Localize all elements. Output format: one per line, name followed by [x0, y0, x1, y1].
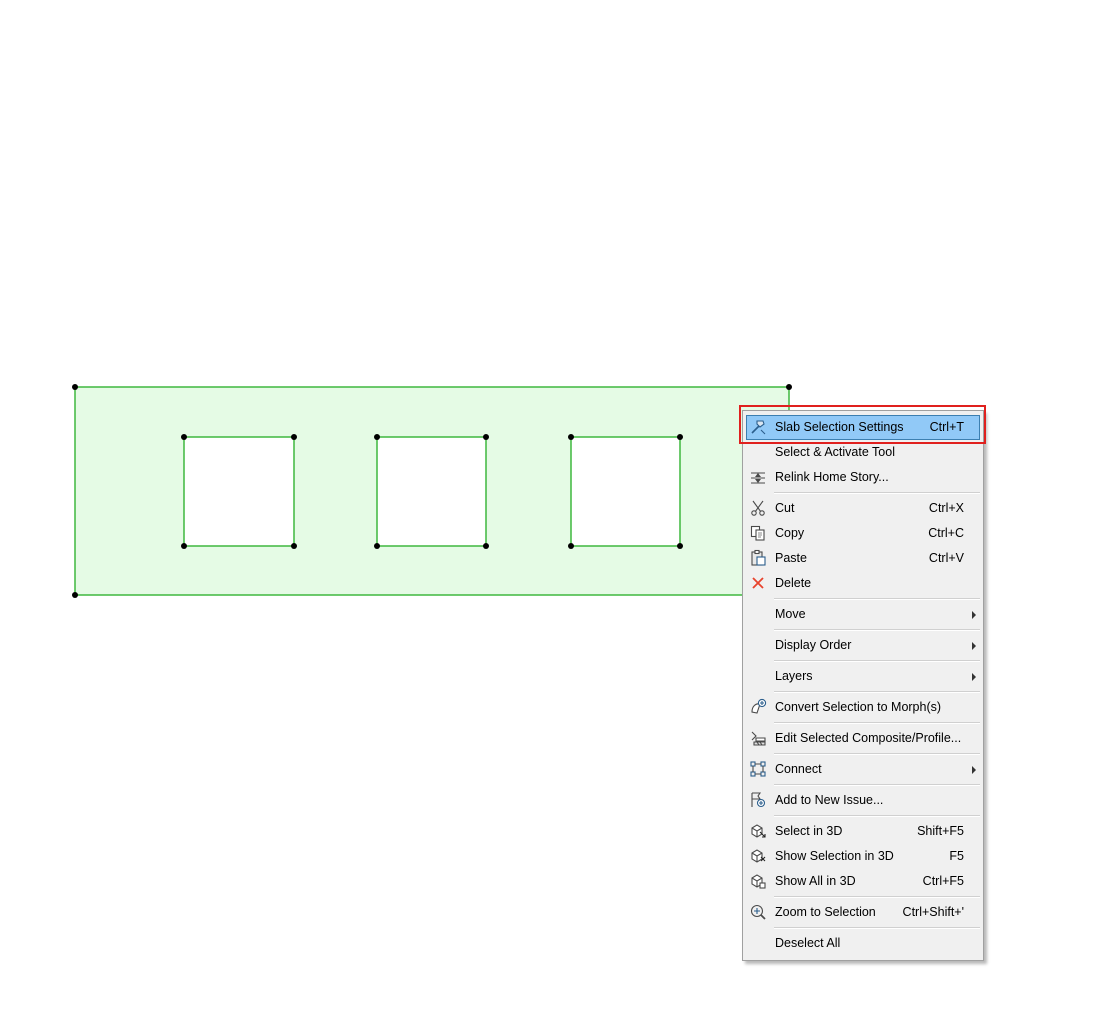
menu-item-show-selection-in-3d[interactable]: Show Selection in 3D F5 — [746, 844, 980, 869]
submenu-arrow-icon — [972, 673, 976, 681]
menu-item-shortcut: Ctrl+F5 — [922, 874, 964, 888]
menu-item-label: Add to New Issue... — [775, 793, 884, 807]
menu-item-show-all-in-3d[interactable]: Show All in 3D Ctrl+F5 — [746, 869, 980, 894]
menu-separator — [774, 629, 980, 631]
delete-icon — [749, 574, 767, 592]
menu-item-shortcut: Ctrl+T — [929, 420, 964, 434]
menu-item-label: Zoom to Selection — [775, 905, 876, 919]
slab-vertex[interactable] — [72, 592, 78, 598]
submenu-arrow-icon — [972, 642, 976, 650]
submenu-arrow-icon — [972, 611, 976, 619]
menu-item-label: Copy — [775, 526, 805, 540]
menu-item-zoom-to-selection[interactable]: Zoom to Selection Ctrl+Shift+' — [746, 900, 980, 925]
menu-separator — [774, 927, 980, 929]
show-all-3d-icon — [749, 872, 767, 890]
menu-item-convert-to-morph[interactable]: Convert Selection to Morph(s) — [746, 695, 980, 720]
menu-separator — [774, 815, 980, 817]
menu-separator — [774, 598, 980, 600]
slab-vertex[interactable] — [291, 543, 297, 549]
menu-item-label: Delete — [775, 576, 812, 590]
menu-item-shortcut: Ctrl+V — [928, 551, 964, 565]
scissors-icon — [749, 499, 767, 517]
context-menu: Slab Selection Settings Ctrl+T Select & Ac… — [742, 410, 984, 961]
menu-item-label: Display Order — [775, 638, 852, 652]
menu-item-label: Select & Activate Tool — [775, 445, 895, 459]
menu-separator — [774, 722, 980, 724]
menu-item-label: Cut — [775, 501, 795, 515]
hammer-icon — [749, 418, 767, 436]
menu-item-connect[interactable]: Connect — [746, 757, 980, 782]
menu-separator — [774, 691, 980, 693]
morph-icon — [749, 698, 767, 716]
menu-item-label: Relink Home Story... — [775, 470, 889, 484]
menu-item-deselect-all[interactable]: Deselect All — [746, 931, 980, 956]
menu-separator — [774, 896, 980, 898]
submenu-arrow-icon — [972, 766, 976, 774]
menu-item-shortcut: Ctrl+X — [928, 501, 964, 515]
slab-vertex[interactable] — [181, 434, 187, 440]
select-3d-icon — [749, 822, 767, 840]
menu-item-select-activate-tool[interactable]: Select & Activate Tool — [746, 440, 980, 465]
menu-item-select-in-3d[interactable]: Select in 3D Shift+F5 — [746, 819, 980, 844]
composite-icon — [749, 729, 767, 747]
menu-separator — [774, 784, 980, 786]
menu-item-cut[interactable]: Cut Ctrl+X — [746, 496, 980, 521]
menu-item-add-to-new-issue[interactable]: Add to New Issue... — [746, 788, 980, 813]
story-icon — [749, 468, 767, 486]
menu-separator — [774, 492, 980, 494]
menu-item-copy[interactable]: Copy Ctrl+C — [746, 521, 980, 546]
menu-item-label: Show All in 3D — [775, 874, 856, 888]
slab-vertex[interactable] — [677, 543, 683, 549]
menu-separator — [774, 753, 980, 755]
menu-item-shortcut: Ctrl+C — [928, 526, 964, 540]
menu-item-display-order[interactable]: Display Order — [746, 633, 980, 658]
menu-item-label: Slab Selection Settings — [775, 420, 904, 434]
slab-vertex[interactable] — [677, 434, 683, 440]
menu-item-label: Deselect All — [775, 936, 841, 950]
selected-slab[interactable] — [74, 386, 790, 596]
slab-vertex[interactable] — [568, 434, 574, 440]
paste-icon — [749, 549, 767, 567]
slab-vertex[interactable] — [181, 543, 187, 549]
menu-item-shortcut: Ctrl+Shift+' — [902, 905, 964, 919]
show-selection-3d-icon — [749, 847, 767, 865]
menu-item-edit-composite-profile[interactable]: Edit Selected Composite/Profile... — [746, 726, 980, 751]
zoom-icon — [749, 903, 767, 921]
menu-item-delete[interactable]: Delete — [746, 571, 980, 596]
menu-item-label: Move — [775, 607, 806, 621]
copy-icon — [749, 524, 767, 542]
menu-item-move[interactable]: Move — [746, 602, 980, 627]
slab-vertex[interactable] — [483, 543, 489, 549]
menu-item-label: Layers — [775, 669, 813, 683]
slab-vertex[interactable] — [786, 384, 792, 390]
menu-item-label: Connect — [775, 762, 822, 776]
menu-item-label: Edit Selected Composite/Profile... — [775, 731, 962, 745]
menu-separator — [774, 660, 980, 662]
slab-vertex[interactable] — [291, 434, 297, 440]
menu-item-label: Convert Selection to Morph(s) — [775, 700, 942, 714]
slab-vertex[interactable] — [72, 384, 78, 390]
menu-item-paste[interactable]: Paste Ctrl+V — [746, 546, 980, 571]
menu-item-shortcut: F5 — [949, 849, 964, 863]
menu-item-label: Paste — [775, 551, 807, 565]
menu-item-label: Select in 3D — [775, 824, 843, 838]
slab-vertex[interactable] — [483, 434, 489, 440]
slab-vertex[interactable] — [374, 434, 380, 440]
slab-vertex[interactable] — [568, 543, 574, 549]
menu-item-slab-selection-settings[interactable]: Slab Selection Settings Ctrl+T — [746, 415, 980, 440]
connect-icon — [749, 760, 767, 778]
menu-item-label: Show Selection in 3D — [775, 849, 894, 863]
slab-vertex[interactable] — [374, 543, 380, 549]
menu-item-layers[interactable]: Layers — [746, 664, 980, 689]
menu-item-relink-home-story[interactable]: Relink Home Story... — [746, 465, 980, 490]
menu-item-shortcut: Shift+F5 — [917, 824, 964, 838]
issue-icon — [749, 791, 767, 809]
